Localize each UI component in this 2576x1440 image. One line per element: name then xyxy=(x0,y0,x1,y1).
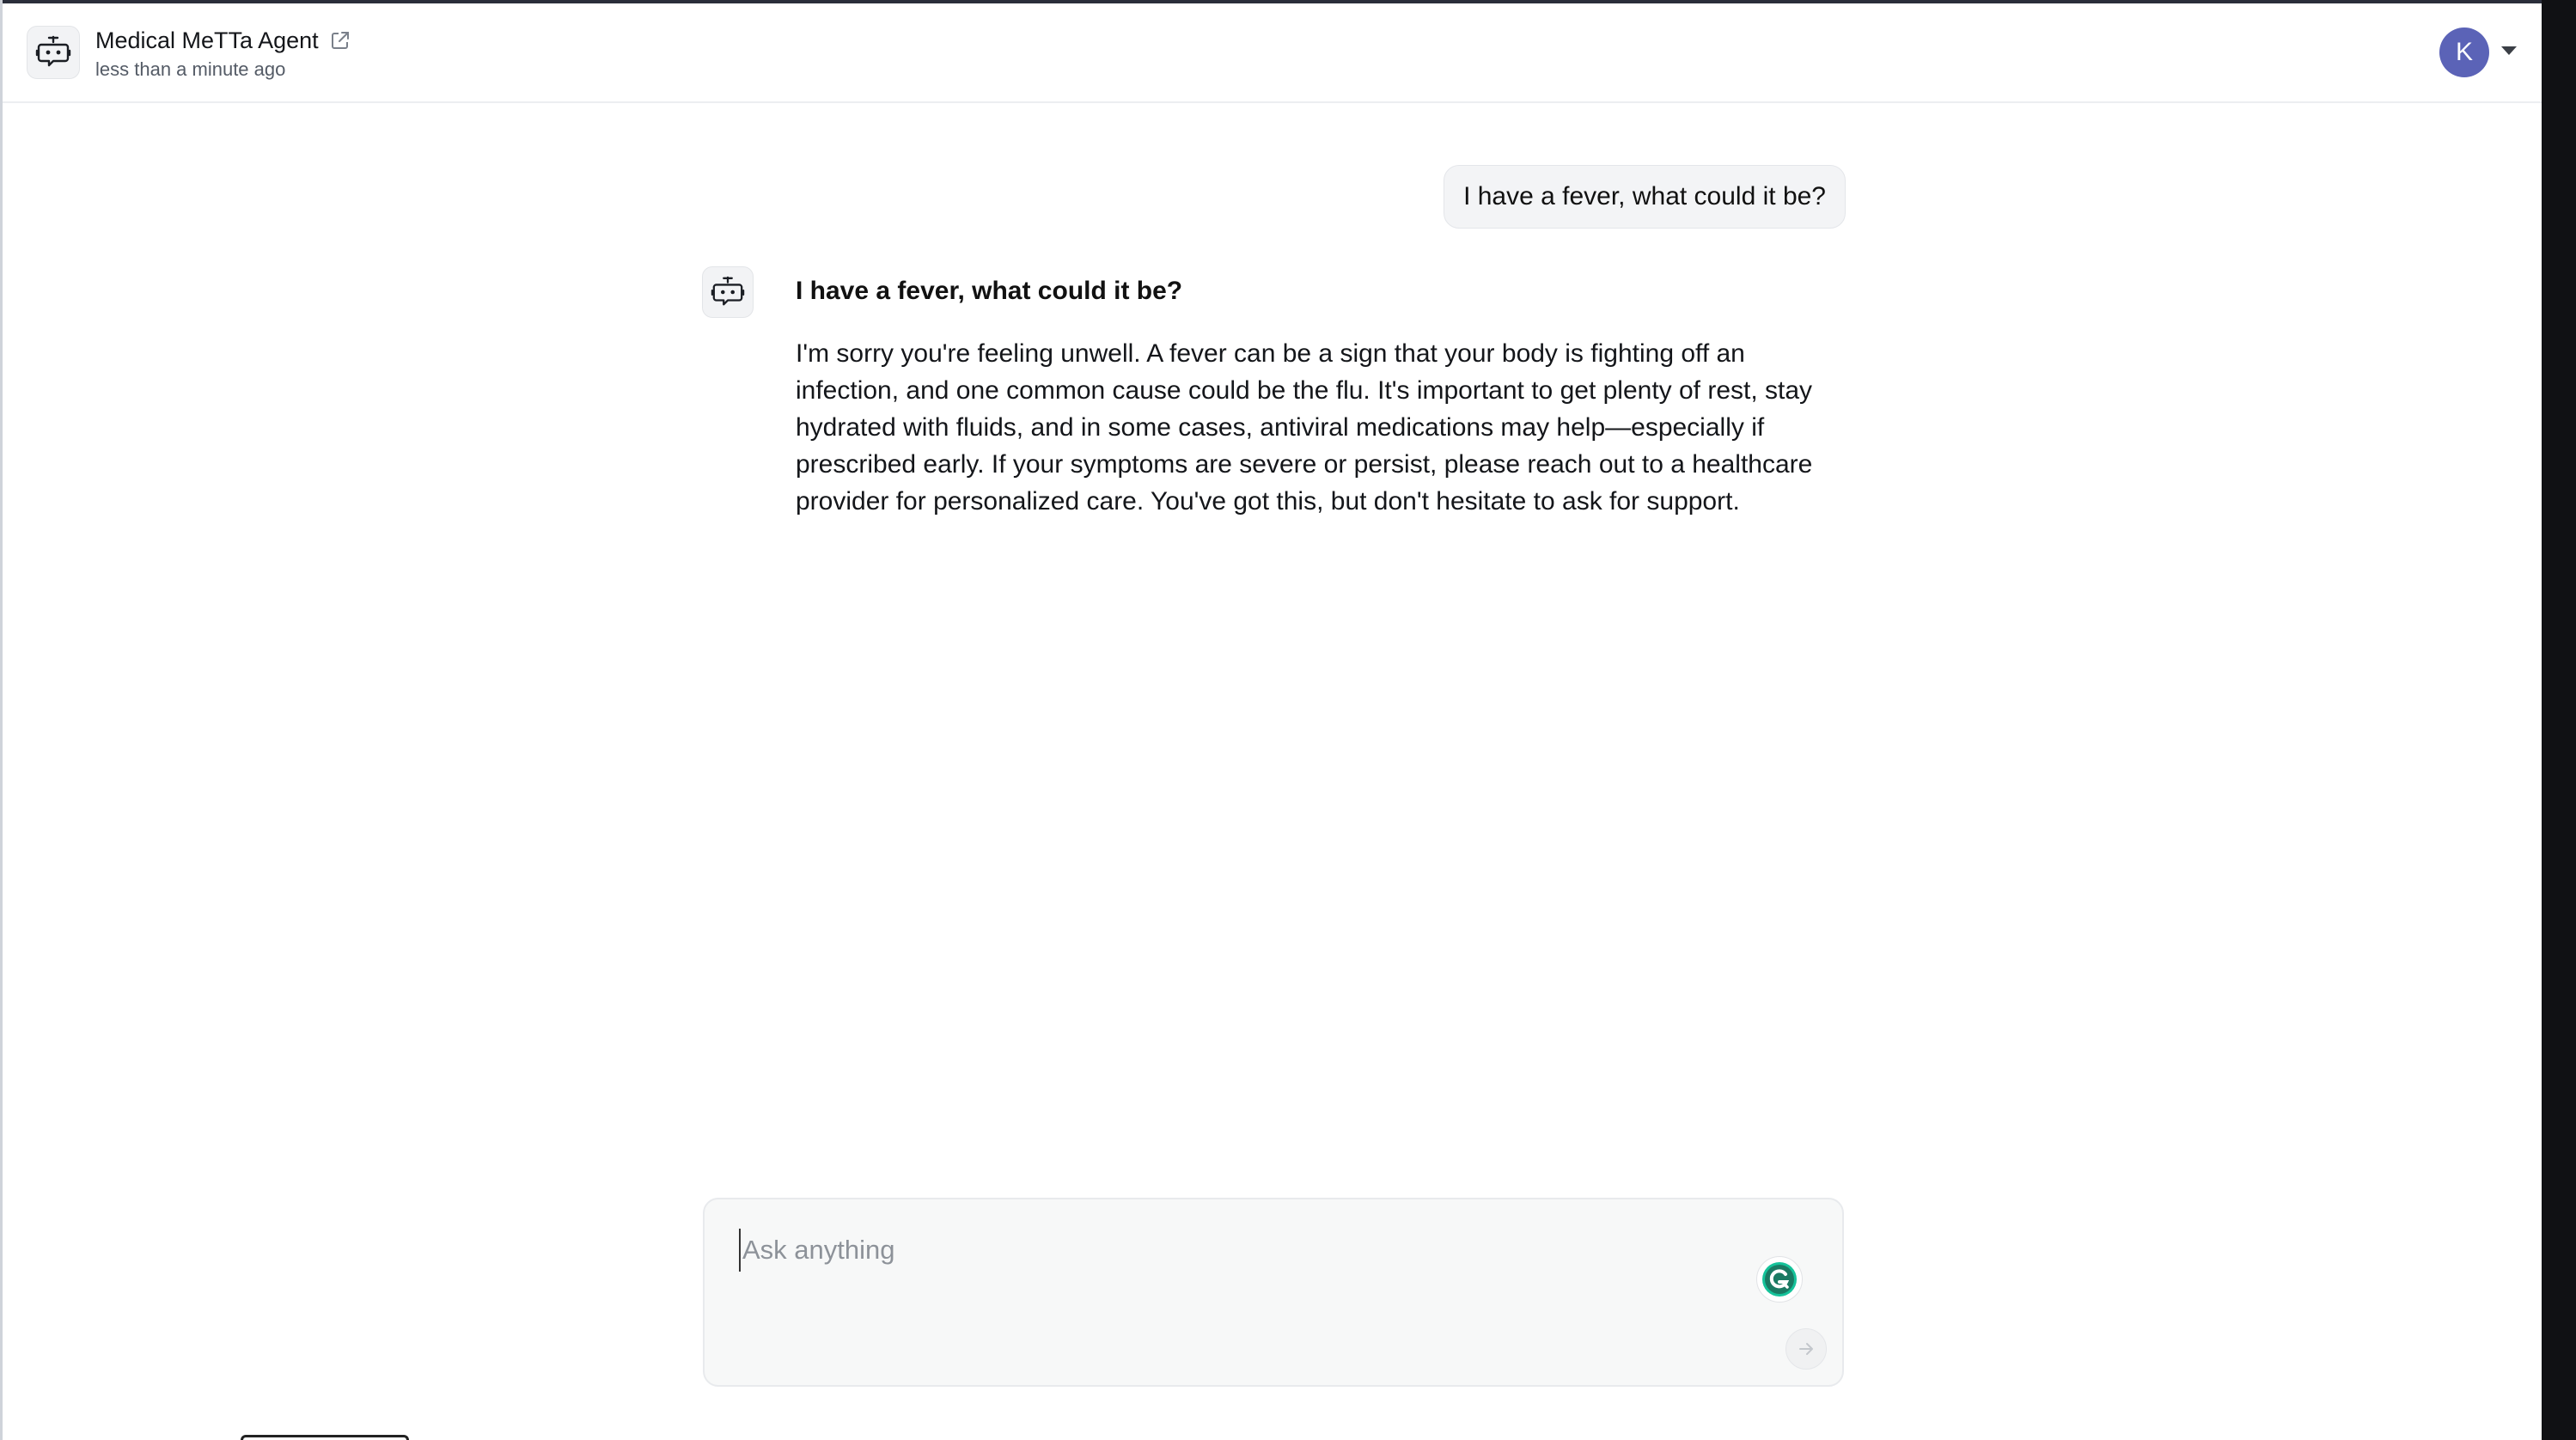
window-right-edge xyxy=(2542,0,2576,1440)
arrow-right-icon xyxy=(1799,1343,1813,1355)
agent-name: Medical MeTTa Agent xyxy=(95,27,319,53)
chevron-down-icon[interactable] xyxy=(2501,46,2517,55)
message-composer xyxy=(703,1198,1844,1387)
robot-icon xyxy=(27,26,80,79)
message-input[interactable] xyxy=(739,1229,1689,1272)
chat-header: Medical MeTTa Agent less than a minute a… xyxy=(3,3,2542,103)
bottom-tab-edge xyxy=(241,1435,409,1440)
last-updated-time: less than a minute ago xyxy=(95,58,286,80)
bot-response-title: I have a fever, what could it be? xyxy=(796,277,1183,305)
external-link-icon[interactable] xyxy=(329,29,351,52)
grammarly-icon[interactable] xyxy=(1756,1256,1803,1303)
user-message-bubble: I have a fever, what could it be? xyxy=(1444,165,1846,229)
bot-response-text: I'm sorry you're feeling unwell. A fever… xyxy=(796,339,1813,516)
send-button[interactable] xyxy=(1785,1328,1827,1370)
robot-icon xyxy=(702,266,754,318)
user-avatar[interactable]: K xyxy=(2439,27,2489,77)
chat-app: Medical MeTTa Agent less than a minute a… xyxy=(3,3,2542,1440)
